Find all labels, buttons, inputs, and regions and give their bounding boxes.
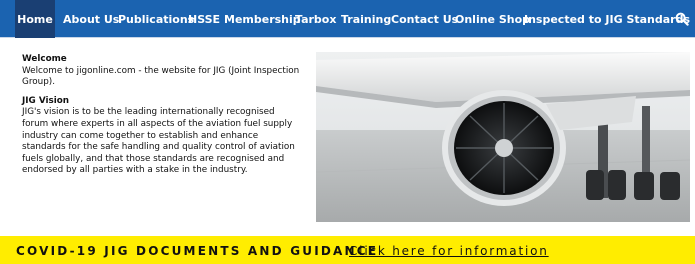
nav-tarbox[interactable]: Tarbox bbox=[295, 0, 336, 38]
nav-online-shop[interactable]: Online Shop bbox=[455, 0, 530, 38]
nav-membership[interactable]: Membership bbox=[224, 0, 301, 38]
nav-training[interactable]: Training bbox=[341, 0, 391, 38]
welcome-text: Welcome to jigonline.com - the website f… bbox=[22, 65, 300, 88]
welcome-heading: Welcome bbox=[22, 54, 67, 64]
nav-publications[interactable]: Publications bbox=[118, 0, 194, 38]
vision-heading: JIG Vision bbox=[22, 95, 70, 106]
aircraft-engine-image bbox=[316, 52, 690, 222]
nav-inspected-to-jig-standards[interactable]: Inspected to JIG Standards bbox=[524, 0, 690, 38]
banner-title: COVID-19 JIG DOCUMENTS AND GUIDANCE bbox=[16, 244, 379, 258]
vision-text: JIG's vision is to be the leading intern… bbox=[22, 107, 295, 176]
nav-home[interactable]: Home bbox=[15, 0, 55, 38]
banner-info-link[interactable]: Click here for information bbox=[349, 244, 549, 258]
search-icon[interactable] bbox=[675, 12, 689, 26]
nav-contact-us[interactable]: Contact Us bbox=[391, 0, 458, 38]
covid-banner: COVID-19 JIG DOCUMENTS AND GUIDANCE Clic… bbox=[0, 236, 695, 264]
nav-about-us[interactable]: About Us bbox=[63, 0, 119, 38]
main-navigation: Home About Us Publications HSSE Membersh… bbox=[0, 0, 695, 38]
intro-text: Welcome Welcome to jigonline.com - the w… bbox=[22, 54, 302, 184]
nav-hsse[interactable]: HSSE bbox=[188, 0, 220, 38]
